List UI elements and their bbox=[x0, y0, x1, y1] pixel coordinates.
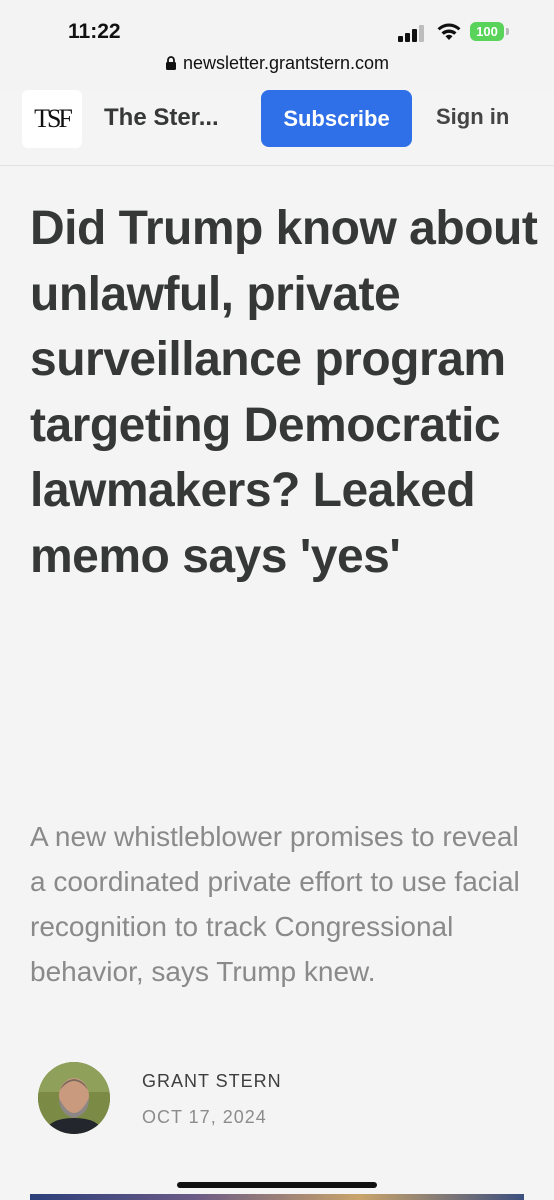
url-text: newsletter.grantstern.com bbox=[182, 53, 390, 73]
battery-level: 100 bbox=[476, 24, 498, 39]
battery-icon: 100 bbox=[470, 22, 504, 41]
sign-in-link[interactable]: Sign in bbox=[436, 104, 509, 130]
author-avatar[interactable] bbox=[38, 1062, 110, 1134]
address-bar[interactable]: newsletter.grantstern.com bbox=[0, 53, 554, 74]
status-time: 11:22 bbox=[68, 20, 121, 43]
author-name[interactable]: GRANT STERN bbox=[142, 1071, 282, 1092]
publication-logo[interactable]: TSF bbox=[22, 90, 82, 148]
home-indicator[interactable] bbox=[177, 1182, 377, 1188]
status-bar: 11:22 100 newsletter.grantstern.com bbox=[0, 0, 554, 90]
lock-icon bbox=[165, 56, 176, 70]
article-subtitle: A new whistleblower promises to reveal a… bbox=[30, 821, 520, 987]
cellular-signal-icon bbox=[398, 24, 428, 42]
hero-image-edge bbox=[30, 1194, 524, 1200]
header-divider bbox=[0, 165, 554, 166]
publish-date: OCT 17, 2024 bbox=[142, 1107, 267, 1127]
logo-text: TSF bbox=[34, 104, 73, 133]
publication-name[interactable]: The Ster... bbox=[104, 104, 219, 132]
battery-nub bbox=[506, 28, 509, 35]
avatar-image bbox=[38, 1062, 110, 1134]
subscribe-button[interactable]: Subscribe bbox=[261, 90, 412, 147]
wifi-icon bbox=[437, 23, 461, 40]
article-title: Did Trump know about unlawful, private s… bbox=[30, 202, 538, 583]
